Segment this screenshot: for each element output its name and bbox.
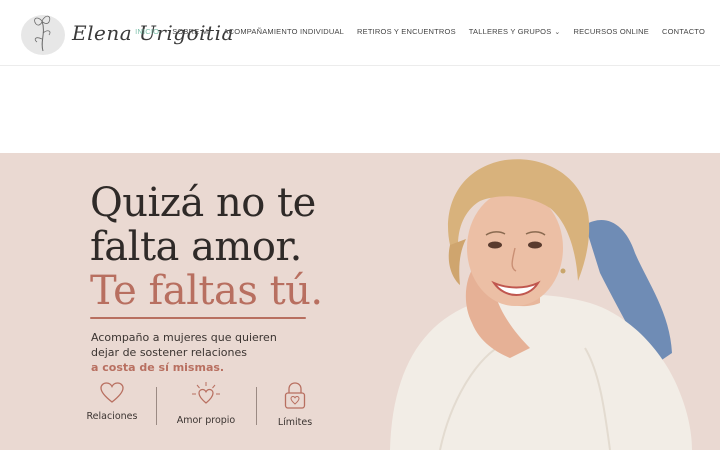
heart-icon [100, 382, 124, 403]
radiant-heart-icon [192, 382, 220, 404]
feature-limites: Límites [276, 381, 314, 428]
nav-item-sobre-mi[interactable]: SOBRE MÍ [172, 27, 210, 36]
nav-item-inicio[interactable]: INICIO [135, 27, 159, 36]
lock-heart-icon [284, 382, 306, 409]
chevron-down-icon: ⌄ [554, 28, 561, 36]
hero-underline [90, 317, 306, 319]
hero-headline: Quizá no te falta amor. [90, 180, 316, 270]
logo-flower-icon [18, 7, 68, 59]
hero-section: Quizá no te falta amor. Te faltas tú. Ac… [0, 153, 720, 450]
nav-item-contacto[interactable]: CONTACTO [662, 27, 705, 36]
main-nav: INICIO SOBRE MÍ ACOMPAÑAMIENTO INDIVIDUA… [122, 27, 705, 36]
nav-item-retiros[interactable]: RETIROS Y ENCUENTROS [357, 27, 456, 36]
feature-divider [156, 387, 157, 425]
hero-portrait [380, 153, 720, 450]
feature-amor-propio: Amor propio [176, 381, 236, 426]
feature-divider [256, 387, 257, 425]
site-header: Elena Urigoitia INICIO SOBRE MÍ ACOMPAÑA… [0, 0, 720, 66]
nav-item-talleres[interactable]: TALLERES Y GRUPOS ⌄ [469, 27, 561, 36]
hero-subtitle: Acompaño a mujeres que quieren dejar de … [91, 331, 277, 374]
nav-item-recursos[interactable]: RECURSOS ONLINE [573, 27, 649, 36]
nav-item-acompanamiento[interactable]: ACOMPAÑAMIENTO INDIVIDUAL [223, 27, 344, 36]
hero-headline-accent: Te faltas tú. [90, 268, 323, 314]
feature-relaciones: Relaciones [86, 381, 138, 422]
